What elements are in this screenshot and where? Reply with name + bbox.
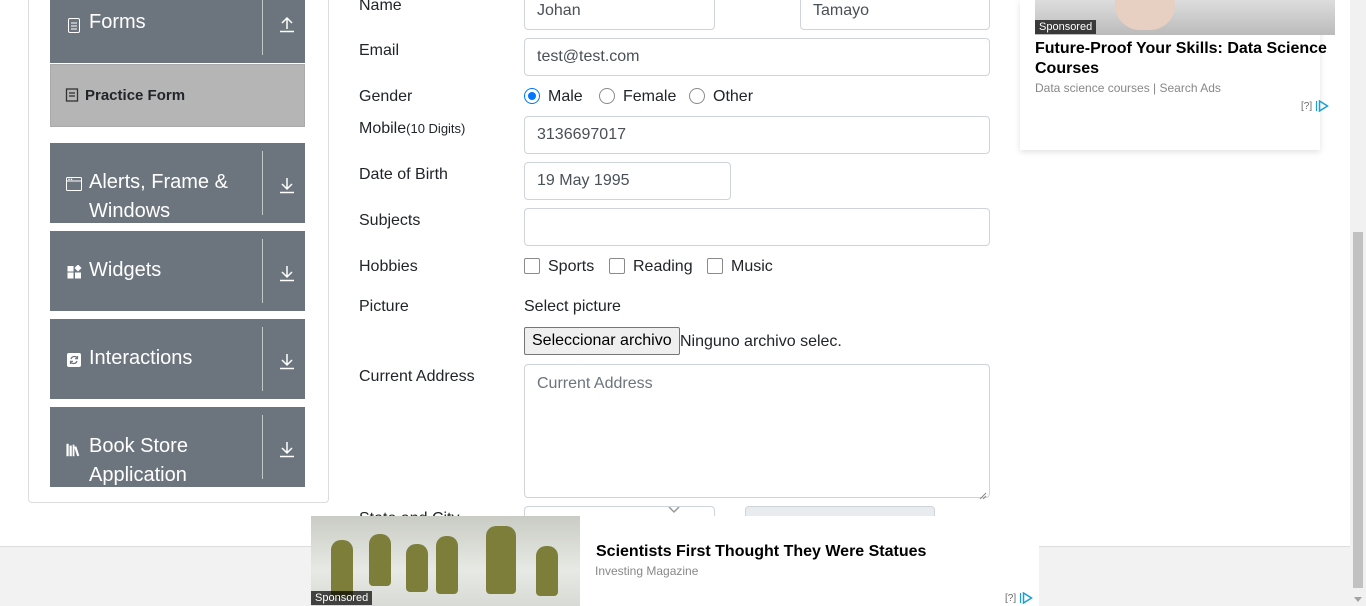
sidebar-divider xyxy=(262,239,263,303)
gender-male-radio[interactable] xyxy=(524,88,540,104)
name-label: Name xyxy=(359,0,402,14)
ad-source[interactable]: Data science courses | Search Ads xyxy=(1035,81,1221,95)
form-icon xyxy=(65,88,79,102)
gender-other-radio[interactable] xyxy=(689,88,705,104)
file-status-text: Ninguno archivo selec. xyxy=(680,333,842,350)
hobbies-label: Hobbies xyxy=(359,258,418,275)
gender-male-label[interactable]: Male xyxy=(548,88,583,106)
ad-headline[interactable]: Future-Proof Your Skills: Data Science C… xyxy=(1035,39,1335,79)
sidebar-group-label: Interactions xyxy=(89,347,193,369)
adchoices[interactable]: [?] xyxy=(1005,592,1034,604)
dob-label: Date of Birth xyxy=(359,166,448,183)
sponsored-badge: Sponsored xyxy=(311,591,373,605)
ad-source[interactable]: Investing Magazine xyxy=(595,564,698,578)
sidebar-group-alerts[interactable]: Alerts, Frame & Windows xyxy=(50,143,305,223)
sidebar-group-widgets[interactable]: Widgets xyxy=(50,231,305,311)
download-arrow-icon[interactable] xyxy=(278,176,296,194)
sidebar-group-label: Book Store Application xyxy=(89,435,188,486)
select-picture-text: Select picture xyxy=(524,298,621,315)
scrollbar-thumb[interactable] xyxy=(1353,232,1363,588)
dob-input[interactable]: 19 May 1995 xyxy=(524,162,731,200)
picture-label: Picture xyxy=(359,298,409,315)
download-arrow-icon[interactable] xyxy=(278,352,296,370)
vertical-scrollbar[interactable] xyxy=(1350,0,1366,606)
mobile-label: Mobile(10 Digits) xyxy=(359,120,465,138)
hobby-music-label[interactable]: Music xyxy=(731,258,773,276)
last-name-input[interactable]: Tamayo xyxy=(800,0,990,30)
sidebar-divider xyxy=(262,327,263,391)
download-arrow-icon[interactable] xyxy=(278,440,296,458)
widgets-icon xyxy=(66,264,82,280)
chevron-down-icon xyxy=(668,507,680,514)
hobby-reading-label[interactable]: Reading xyxy=(633,258,693,276)
ad-help-link[interactable]: [?] xyxy=(1005,593,1016,604)
books-icon xyxy=(66,442,82,458)
gender-other-label[interactable]: Other xyxy=(713,88,753,106)
subjects-label: Subjects xyxy=(359,212,421,229)
adchoices[interactable]: [?] xyxy=(1301,100,1330,112)
resize-grip-icon[interactable] xyxy=(979,487,987,500)
document-icon xyxy=(66,17,82,33)
email-label: Email xyxy=(359,42,400,59)
sidebar-divider xyxy=(262,415,263,479)
hobby-sports-checkbox[interactable] xyxy=(524,258,540,274)
city-select[interactable] xyxy=(745,506,935,516)
gender-female-radio[interactable] xyxy=(599,88,615,104)
gender-female-label[interactable]: Female xyxy=(623,88,676,106)
hobby-sports-label[interactable]: Sports xyxy=(548,258,594,276)
download-arrow-icon[interactable] xyxy=(278,264,296,282)
gender-label: Gender xyxy=(359,88,413,105)
first-name-input[interactable]: Johan xyxy=(524,0,715,30)
sidebar-item-label: Practice Form xyxy=(85,87,186,104)
adchoices-icon xyxy=(1316,100,1330,112)
email-input[interactable]: test@test.com xyxy=(524,38,990,76)
sidebar-group-bookstore[interactable]: Book Store Application xyxy=(50,407,305,487)
sidebar-group-label: Alerts, Frame & Windows xyxy=(89,171,228,222)
adchoices-icon xyxy=(1020,592,1034,604)
sidebar-divider xyxy=(262,151,263,215)
sidebar-group-label: Widgets xyxy=(89,259,162,281)
mobile-hint: (10 Digits) xyxy=(406,121,466,136)
ad-headline[interactable]: Scientists First Thought They Were Statu… xyxy=(596,543,926,561)
ad-bottom[interactable]: Sponsored Scientists First Thought They … xyxy=(311,516,1039,606)
sidebar-group-label: Forms xyxy=(89,11,146,33)
current-address-label: Current Address xyxy=(359,368,475,385)
sidebar-group-interactions[interactable]: Interactions xyxy=(50,319,305,399)
scroll-down-arrow-icon[interactable] xyxy=(1354,597,1362,602)
choose-file-button[interactable]: Seleccionar archivo xyxy=(524,327,680,355)
subjects-input[interactable] xyxy=(524,208,990,246)
sidebar-group-forms[interactable]: Forms xyxy=(50,0,305,63)
sponsored-badge: Sponsored xyxy=(1035,20,1097,34)
mobile-label-text: Mobile xyxy=(359,120,407,137)
ad-help-link[interactable]: [?] xyxy=(1301,101,1312,112)
sync-icon xyxy=(66,352,82,368)
sidebar-divider xyxy=(262,0,263,55)
state-select[interactable] xyxy=(524,506,715,516)
current-address-textarea[interactable]: Current Address xyxy=(524,364,990,500)
upload-arrow-icon[interactable] xyxy=(278,15,296,33)
current-address-placeholder: Current Address xyxy=(537,375,653,392)
hobby-reading-checkbox[interactable] xyxy=(609,258,625,274)
ad-right[interactable]: Sponsored Future-Proof Your Skills: Data… xyxy=(1020,0,1335,150)
hobby-music-checkbox[interactable] xyxy=(707,258,723,274)
window-icon xyxy=(66,176,82,192)
mobile-input[interactable]: 3136697017 xyxy=(524,116,990,154)
sidebar-item-practice-form[interactable]: Practice Form xyxy=(50,64,305,127)
